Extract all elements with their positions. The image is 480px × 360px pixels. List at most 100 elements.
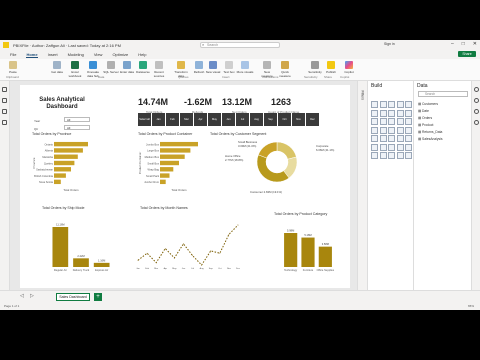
tab-insert[interactable]: Insert [48,52,58,57]
table-view-icon[interactable] [2,98,7,103]
table-item[interactable]: Date [418,108,443,115]
month-chart-point [192,255,193,256]
visual-type-icon[interactable] [379,118,387,125]
visual-type-icon[interactable] [371,109,378,117]
month-chart-tick: Apr [164,267,168,270]
visual-type-icon[interactable] [396,118,404,125]
container-chart-category-label: Small Pack [146,174,160,178]
visual-type-icon[interactable] [379,109,387,117]
visual-type-icon[interactable] [388,152,395,159]
pane-icon-2[interactable] [473,98,479,103]
quick-measure-icon [281,61,289,69]
visual-type-icon[interactable] [405,118,412,125]
tab-optimize[interactable]: Optimize [112,52,128,57]
visual-type-icon[interactable] [405,143,412,151]
minimize-icon[interactable]: – [451,41,454,47]
search-input[interactable]: ⌕ Search [200,42,280,48]
visual-type-icon[interactable] [396,109,404,117]
data-search-input[interactable]: Search [418,91,468,97]
visual-type-icon[interactable] [396,135,404,142]
visual-type-icon[interactable] [371,152,378,159]
visual-type-icon[interactable] [388,126,395,134]
province-chart-category-label: Alberta [45,149,54,153]
visual-type-icon[interactable] [396,126,404,134]
month-chart-line [137,224,239,266]
province-chart-category-label: Nova Scotia [39,180,54,184]
visual-type-icon[interactable] [379,135,387,142]
table-item[interactable]: Customers [418,101,443,108]
recent-sources-button[interactable]: Recent sources [150,61,168,78]
month-chart-point [146,252,148,254]
table-item[interactable]: Orders [418,115,443,122]
pane-icon-1[interactable] [473,87,479,92]
visual-type-icon[interactable] [379,101,387,108]
visual-type-icon[interactable] [371,126,378,134]
add-page-button[interactable]: + [94,293,102,301]
container-chart-title: Total Orders by Product Container [138,132,193,136]
visual-type-icon[interactable] [396,152,404,159]
sign-in-link[interactable]: Sign in [384,42,395,46]
publish-button[interactable]: Publish [322,61,340,74]
visual-type-icon[interactable] [379,126,387,134]
quick-measure-button[interactable]: Quick measure [276,61,294,78]
pane-icon-4[interactable] [473,120,479,125]
more-visuals-button[interactable]: More visuals [236,61,254,74]
prev-page-icon[interactable]: ◁ [20,293,24,299]
month-chart-point [237,224,239,226]
copilot-label: Copilot [344,70,354,74]
month-chart-point [228,234,230,235]
page-tab-sales-dashboard[interactable]: Sales Dashboard [56,293,90,301]
province-chart-category-label: British Columbia [34,174,53,178]
visual-type-icon[interactable] [371,135,378,142]
visual-type-icon[interactable] [371,143,378,151]
province-chart-category-label: Saskatchewan [36,168,53,172]
table-item[interactable]: Returns_Data [418,129,443,136]
excel-icon [71,61,79,69]
share-button[interactable]: Share [458,51,476,57]
tab-modeling[interactable]: Modeling [68,52,84,57]
tab-file[interactable]: File [10,52,16,57]
visual-type-icon[interactable] [405,101,412,108]
visual-type-icon[interactable] [396,143,404,151]
next-page-icon[interactable]: ▷ [30,293,34,299]
report-view-icon[interactable] [2,87,7,92]
paste-button[interactable]: Paste [4,61,22,74]
model-view-icon[interactable] [2,109,7,114]
tab-help[interactable]: Help [138,52,146,57]
visual-type-icon[interactable] [371,101,378,108]
data-title: Data [417,83,428,89]
visual-type-icon[interactable] [405,135,412,142]
visual-type-icon[interactable] [405,126,412,134]
province-chart-category-label: Quebec [44,161,54,165]
group-copilot: Copilot [340,75,350,79]
dataverse-icon [139,61,147,69]
table-item[interactable]: Product [418,122,443,129]
charts-layer: Total Orders by Province Ontario Alberta Ma… [32,132,335,272]
visual-type-icon[interactable] [388,143,395,151]
visual-type-icon[interactable] [405,152,412,159]
filters-pane-collapsed[interactable]: Filters [357,81,367,290]
visual-type-icon[interactable] [388,101,395,108]
excel-workbook-button[interactable]: Excel workbook [66,61,84,78]
province-chart-bar [54,154,78,159]
visual-type-icon[interactable] [371,118,378,125]
copilot-button[interactable]: Copilot [340,61,358,74]
visual-type-icon[interactable] [405,109,412,117]
status-bar: Page 1 of 1 65% [0,302,480,310]
close-icon[interactable]: ✕ [473,41,477,47]
tab-home[interactable]: Home [26,52,38,58]
get-data-button[interactable]: Get data [48,61,66,74]
maximize-icon[interactable]: □ [462,41,465,47]
visual-type-icon[interactable] [388,109,395,117]
visual-type-icon[interactable] [388,118,395,125]
visual-type-icon[interactable] [379,152,387,159]
visual-type-icon[interactable] [396,101,404,108]
dax-view-icon[interactable] [2,120,7,125]
zoom-level[interactable]: 65% [468,302,474,310]
tab-view[interactable]: View [94,52,103,57]
visual-type-icon[interactable] [388,135,395,142]
visual-type-icon[interactable] [379,143,387,151]
copilot-icon [345,61,353,69]
pane-icon-3[interactable] [473,109,479,114]
table-item[interactable]: SalesAnalysis [418,136,443,143]
